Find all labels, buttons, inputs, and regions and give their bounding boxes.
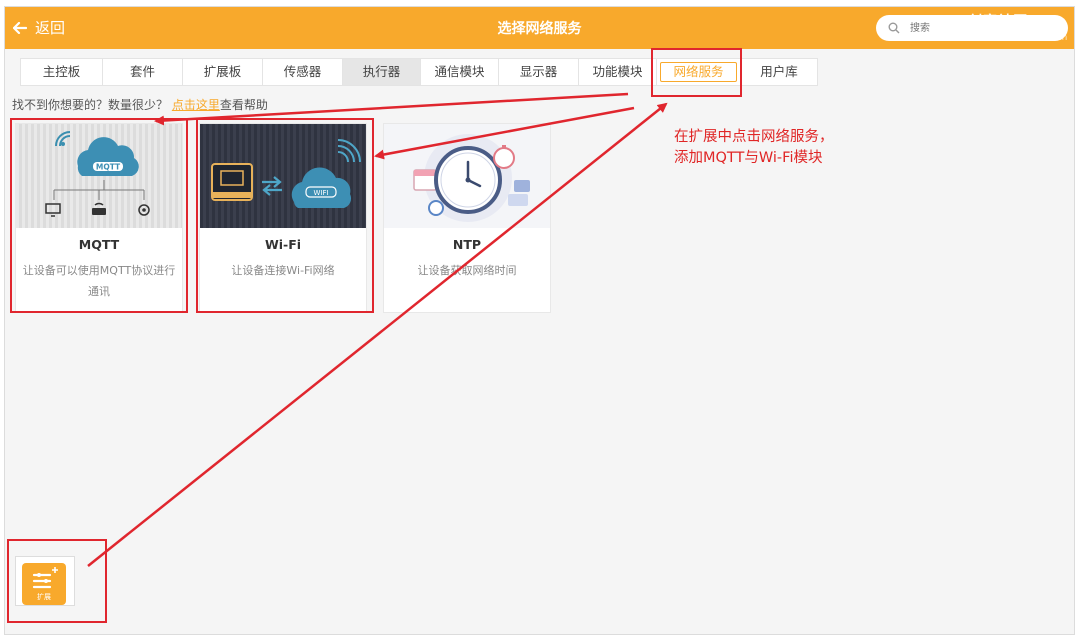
svg-text:WIFI: WIFI <box>313 189 328 197</box>
category-tabs: 主控板 套件 扩展板 传感器 执行器 通信模块 显示器 功能模块 网络服务 用户… <box>20 58 818 86</box>
clock-icon <box>384 124 550 228</box>
tab-communication[interactable]: 通信模块 <box>421 59 499 85</box>
help-link[interactable]: 点击这里 <box>172 98 220 112</box>
annotation-line-2: 添加MQTT与Wi-Fi模块 <box>674 150 823 166</box>
extension-button[interactable]: 扩展 <box>15 556 75 606</box>
card-ntp[interactable]: NTP 让设备获取网络时间 <box>383 123 551 313</box>
tab-expansion-board[interactable]: 扩展板 <box>183 59 263 85</box>
card-wifi-desc: 让设备连接Wi-Fi网络 <box>231 264 335 277</box>
card-wifi-name: Wi-Fi <box>264 237 302 252</box>
annotation-text: 在扩展中点击网络服务， 添加MQTT与Wi-Fi模块 <box>674 127 834 169</box>
tab-actuator[interactable]: 执行器 <box>343 59 421 85</box>
tab-sensor[interactable]: 传感器 <box>263 59 343 85</box>
help-text: 找不到你想要的？数量很少？ 点击这里查看帮助 <box>12 96 268 113</box>
watermark: DF创客社区 <box>945 14 1029 30</box>
mqtt-cloud-icon: MQTT <box>16 124 182 228</box>
card-mqtt-name: MQTT <box>78 237 120 252</box>
tab-display[interactable]: 显示器 <box>499 59 579 85</box>
tab-kit[interactable]: 套件 <box>103 59 183 85</box>
tab-network-service-label: 网络服务 <box>660 62 737 82</box>
search-icon <box>888 22 900 34</box>
help-suffix: 查看帮助 <box>219 98 268 112</box>
tab-user-library[interactable]: 用户库 <box>741 59 817 85</box>
annotation-line-1: 在扩展中点击网络服务， <box>674 129 834 145</box>
card-wifi[interactable]: WIFI Wi-Fi 让设备连接Wi-Fi网络 <box>199 123 367 313</box>
card-ntp-desc: 让设备获取网络时间 <box>417 264 517 277</box>
tab-network-service[interactable]: 网络服务 <box>657 59 741 85</box>
card-mqtt-desc: 让设备可以使用MQTT协议进行通讯 <box>22 264 176 298</box>
tab-main-board[interactable]: 主控板 <box>21 59 103 85</box>
watermark-url: mc.DFRobot.com.cn <box>977 33 1068 43</box>
help-prefix: 找不到你想要的？数量很少？ <box>12 98 169 112</box>
extension-label: 扩展 <box>37 593 51 601</box>
wifi-cloud-icon: WIFI <box>200 124 366 228</box>
card-mqtt[interactable]: MQTT MQTT 让设备可以使用MQTT协议进行通讯 <box>15 123 183 313</box>
card-ntp-name: NTP <box>452 237 482 252</box>
top-bar: 返回 选择网络服务 DF创客社区 mc.DFRobot.com.cn <box>5 7 1074 49</box>
svg-text:MQTT: MQTT <box>96 163 121 172</box>
tab-function-module[interactable]: 功能模块 <box>579 59 657 85</box>
app-window: 返回 选择网络服务 DF创客社区 mc.DFRobot.com.cn 主控板 套… <box>4 6 1075 635</box>
extension-icon: 扩展 <box>22 563 66 605</box>
